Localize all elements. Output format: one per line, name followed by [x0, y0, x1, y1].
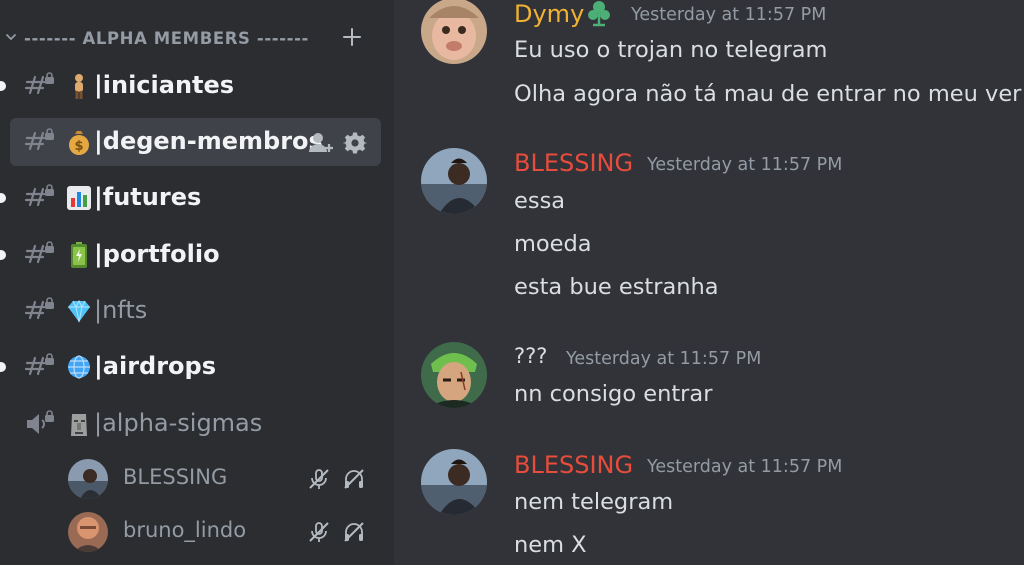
money-bag-emoji-icon: $	[66, 128, 92, 156]
category-header-alpha-members[interactable]: ------- ALPHA MEMBERS -------	[0, 22, 394, 54]
avatar	[68, 459, 108, 499]
category-name: ------- ALPHA MEMBERS -------	[24, 29, 310, 48]
text-channel-locked-icon	[24, 297, 54, 320]
avatar[interactable]	[421, 342, 487, 408]
channel-name: |portfolio	[94, 240, 220, 268]
avatar[interactable]	[421, 0, 487, 64]
message-author[interactable]: BLESSING	[514, 149, 633, 177]
green-sprout-badge-icon[interactable]	[584, 0, 614, 32]
channel-iniciantes[interactable]: |iniciantes	[0, 62, 381, 110]
channel-futures[interactable]: |futures	[0, 174, 381, 222]
message-text: nem telegram	[514, 489, 674, 515]
voice-channel-alpha-sigmas[interactable]: |alpha-sigmas	[10, 400, 381, 448]
text-channel-locked-icon	[24, 184, 54, 207]
unread-indicator	[0, 81, 6, 91]
voice-user-name: BLESSING	[123, 465, 228, 489]
channel-airdrops[interactable]: |airdrops	[0, 343, 381, 391]
message-author[interactable]: BLESSING	[514, 451, 633, 479]
channel-name: |futures	[94, 183, 202, 211]
channel-name: |alpha-sigmas	[94, 409, 263, 437]
gem-emoji-icon	[66, 297, 92, 325]
text-channel-locked-icon	[24, 72, 54, 95]
invite-member-icon[interactable]	[308, 131, 334, 155]
deafened-icon	[344, 522, 364, 542]
message-timestamp[interactable]: Yesterday at 11:57 PM	[647, 155, 842, 175]
channel-nfts[interactable]: |nfts	[10, 287, 381, 335]
unread-indicator	[0, 250, 6, 260]
text-channel-locked-icon	[24, 128, 54, 151]
voice-user-name: bruno_lindo	[123, 518, 247, 542]
message-text: esta bue estranha	[514, 274, 719, 300]
avatar[interactable]	[421, 148, 487, 214]
channel-name: |degen-membros	[94, 127, 323, 155]
message-timestamp[interactable]: Yesterday at 11:57 PM	[566, 349, 761, 369]
channel-name: |nfts	[94, 296, 148, 324]
message-text: Eu uso o trojan no telegram	[514, 37, 828, 63]
channel-sidebar: ------- ALPHA MEMBERS ------- |iniciante…	[0, 0, 394, 565]
chevron-down-icon	[6, 34, 16, 41]
svg-text:$: $	[74, 139, 83, 154]
message-text: Olha agora não tá mau de entrar no meu v…	[514, 81, 1022, 107]
channel-name: |iniciantes	[94, 71, 235, 99]
mic-muted-icon	[309, 469, 329, 489]
message-text: nn consigo entrar	[514, 381, 713, 407]
text-channel-locked-icon	[24, 241, 54, 264]
plus-icon[interactable]	[342, 26, 362, 48]
message-text: essa	[514, 188, 566, 214]
deafened-icon	[344, 469, 364, 489]
person-standing-emoji-icon	[66, 72, 92, 100]
channel-name: |airdrops	[94, 352, 216, 380]
globe-emoji-icon	[66, 353, 92, 381]
message-timestamp[interactable]: Yesterday at 11:57 PM	[631, 5, 826, 25]
moai-emoji-icon	[66, 410, 92, 438]
mic-muted-icon	[309, 522, 329, 542]
voice-user-bruno-lindo[interactable]: bruno_lindo	[68, 510, 378, 554]
message-timestamp[interactable]: Yesterday at 11:57 PM	[647, 457, 842, 477]
message-author[interactable]: ???	[514, 344, 547, 368]
message-text: nem X	[514, 532, 587, 558]
unread-indicator	[0, 362, 6, 372]
channel-portfolio[interactable]: |portfolio	[0, 231, 381, 279]
avatar[interactable]	[421, 449, 487, 515]
message-list: Dymy Yesterday at 11:57 PM Eu uso o troj…	[394, 0, 1024, 565]
message-text: moeda	[514, 231, 592, 257]
gear-icon[interactable]	[342, 131, 368, 155]
speaker-locked-icon	[27, 410, 54, 434]
bar-chart-emoji-icon	[66, 184, 92, 212]
avatar	[68, 512, 108, 552]
unread-indicator	[0, 193, 6, 203]
channel-degen-membros[interactable]: $ |degen-membros	[10, 118, 381, 166]
battery-emoji-icon	[66, 241, 92, 269]
voice-user-blessing[interactable]: BLESSING	[68, 457, 378, 501]
text-channel-locked-icon	[24, 353, 54, 376]
message-author[interactable]: Dymy	[514, 0, 584, 28]
